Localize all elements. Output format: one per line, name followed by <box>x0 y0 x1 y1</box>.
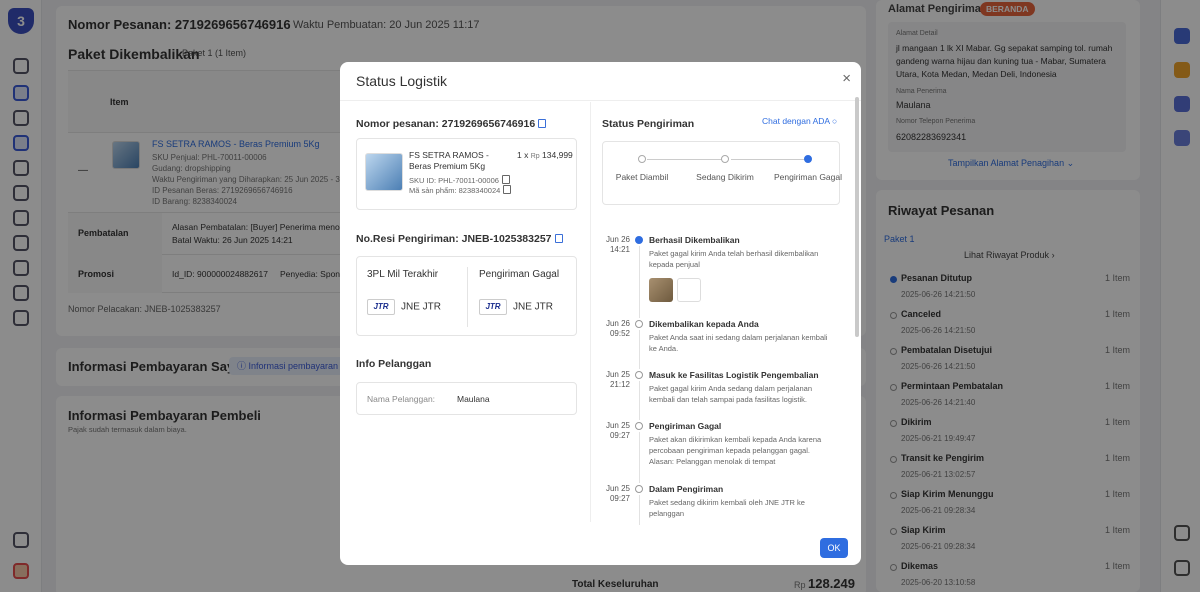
resi-number-text: No.Resi Pengiriman: JNEB-1025383257 <box>356 233 552 245</box>
timeline-dot <box>635 371 643 379</box>
timeline-dot <box>635 422 643 430</box>
product-qty: 1 x <box>517 150 529 160</box>
step-dot-active <box>804 155 812 163</box>
carrier-col1-label: 3PL Mil Terakhir <box>367 269 439 280</box>
timeline-title: Dikembalikan kepada Anda <box>649 319 759 329</box>
step-label: Pengiriman Gagal <box>773 172 843 182</box>
timeline-desc: Paket gagal kirim Anda sedang dalam perj… <box>649 384 813 404</box>
carrier-col2-label: Pengiriman Gagal <box>479 269 560 280</box>
timeline-date-time: 14:21 <box>609 245 630 254</box>
timeline-date-day: Jun 26 <box>605 319 630 328</box>
product-code: Mã sản phẩm: 8238340024 <box>409 185 512 195</box>
carrier-box: 3PL Mil Terakhir JTR JNE JTR Pengiriman G… <box>356 256 577 336</box>
step-dot <box>638 155 646 163</box>
jtr-logo-icon: JTR <box>367 299 395 315</box>
carrier-col1: JTR JNE JTR <box>367 299 441 315</box>
carrier-col1-name: JNE JTR <box>401 301 441 313</box>
close-icon[interactable]: × <box>842 70 851 87</box>
product-image <box>365 153 403 191</box>
tracking-timeline: Jun 26 14:21 Berhasil Dikembalikan Paket ga… <box>602 235 852 525</box>
copy-icon[interactable] <box>538 119 547 128</box>
customer-box: Nama Pelanggan: Maulana <box>356 382 577 415</box>
chat-ada-link[interactable]: Chat dengan ADA ○ <box>762 116 837 126</box>
logistics-modal: Status Logistik × Nomor pesanan: 2719269… <box>340 62 861 565</box>
timeline-date-day: Jun 25 <box>605 370 630 379</box>
order-number-text: Nomor pesanan: 2719269656746916 <box>356 118 536 130</box>
step-label: Sedang Dikirim <box>696 172 754 182</box>
copy-icon[interactable] <box>503 185 512 194</box>
chat-icon: ○ <box>831 116 838 126</box>
product-box: FS SETRA RAMOS - Beras Premium 5Kg 1 x R… <box>356 138 577 210</box>
timeline-date-time: 09:27 <box>609 431 630 440</box>
timeline-title: Pengiriman Gagal <box>649 421 722 431</box>
modal-scrollbar[interactable] <box>855 97 859 337</box>
shipping-status-title: Status Pengiriman <box>602 118 695 130</box>
product-sku-text: SKU ID: PHL-70011-00006 <box>409 176 499 185</box>
carrier-col2-name: JNE JTR <box>513 301 553 313</box>
ok-button[interactable]: OK <box>820 538 848 558</box>
timeline-dot <box>635 236 643 244</box>
proof-photo[interactable] <box>649 278 673 302</box>
step-label: Paket Diambil <box>615 172 669 182</box>
timeline-title: Berhasil Dikembalikan <box>649 235 740 245</box>
copy-icon[interactable] <box>501 175 510 184</box>
timeline-title: Masuk ke Fasilitas Logistik Pengembalian <box>649 370 819 380</box>
timeline-date-time: 21:12 <box>609 380 630 389</box>
timeline-date: Jun 25 09:27 <box>602 484 630 504</box>
timeline-desc: Paket sedang dikirim kembali oleh JNE JT… <box>649 498 805 518</box>
product-price: 1 x Rp 134,999 <box>517 150 573 160</box>
timeline-date-time: 09:27 <box>609 494 630 503</box>
timeline-title: Dalam Pengiriman <box>649 484 724 494</box>
step-dot <box>721 155 729 163</box>
proof-photo[interactable] <box>677 278 701 302</box>
product-name: FS SETRA RAMOS - Beras Premium 5Kg <box>409 150 489 171</box>
timeline-date-time: 09:52 <box>609 329 630 338</box>
jtr-logo-icon: JTR <box>479 299 507 315</box>
product-price-value: 134,999 <box>542 150 573 160</box>
timeline-desc: Paket akan dikirimkan kembali kepada And… <box>649 435 822 466</box>
customer-name: Maulana <box>457 394 490 404</box>
chat-ada-label: Chat dengan ADA <box>762 116 830 126</box>
timeline-date: Jun 25 21:12 <box>602 370 630 390</box>
timeline-date-day: Jun 25 <box>605 484 630 493</box>
timeline-date-day: Jun 26 <box>605 235 630 244</box>
product-currency: Rp <box>530 153 540 160</box>
timeline-desc: Paket Anda saat ini sedang dalam perjala… <box>649 333 828 353</box>
customer-title: Info Pelanggan <box>356 358 432 370</box>
timeline-date-day: Jun 25 <box>605 421 630 430</box>
timeline-date: Jun 26 14:21 <box>602 235 630 255</box>
modal-title: Status Logistik <box>356 73 448 89</box>
order-number-modal: Nomor pesanan: 2719269656746916 <box>356 118 547 130</box>
status-stepper: Paket Diambil Sedang Dikirim Pengiriman … <box>602 141 843 205</box>
timeline-dot <box>635 485 643 493</box>
product-sku: SKU ID: PHL-70011-00006 <box>409 175 510 185</box>
timeline-date: Jun 25 09:27 <box>602 421 630 441</box>
customer-name-label: Nama Pelanggan: <box>367 394 436 404</box>
product-code-text: Mã sản phẩm: 8238340024 <box>409 186 501 195</box>
resi-number: No.Resi Pengiriman: JNEB-1025383257 <box>356 233 563 245</box>
copy-icon[interactable] <box>554 234 563 243</box>
timeline-desc: Paket gagal kirim Anda telah berhasil di… <box>649 249 819 269</box>
carrier-col2: JTR JNE JTR <box>479 299 553 315</box>
timeline-dot <box>635 320 643 328</box>
timeline-date: Jun 26 09:52 <box>602 319 630 339</box>
